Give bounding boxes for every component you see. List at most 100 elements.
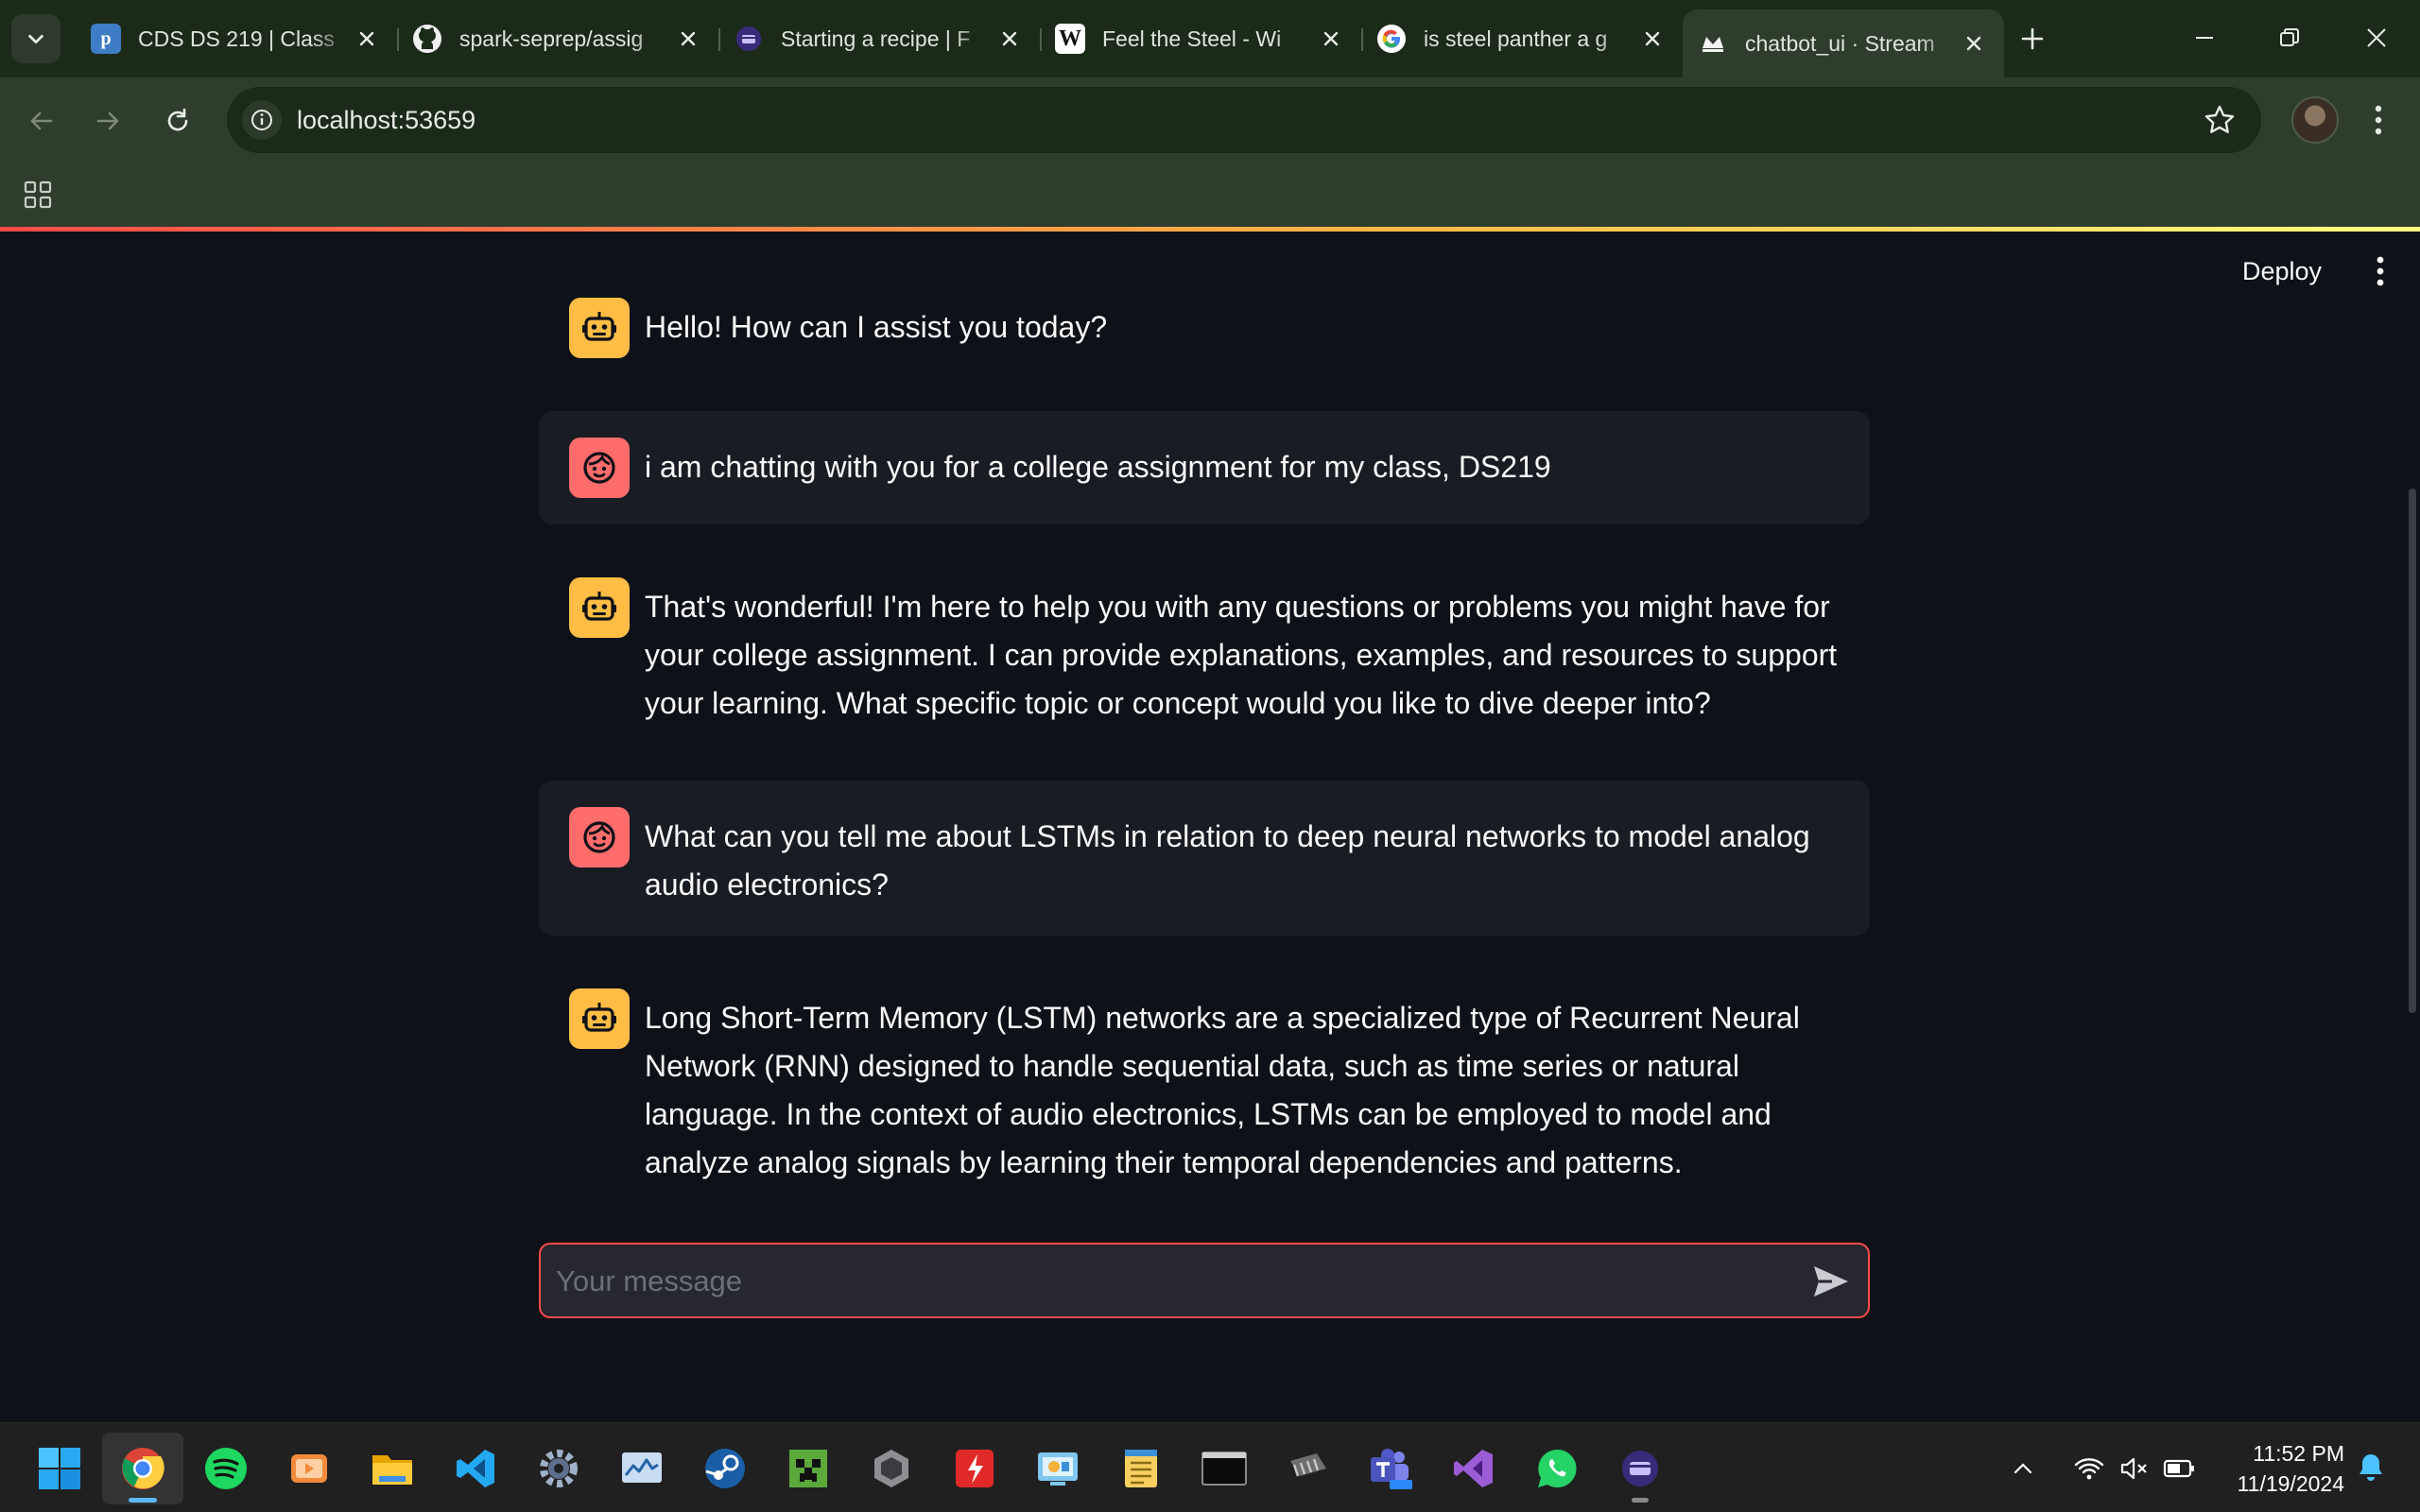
tab-cds-ds219[interactable]: p CDS DS 219 | Class	[76, 9, 397, 68]
send-icon	[1814, 1266, 1848, 1297]
tab-chatbot-ui[interactable]: chatbot_ui · Stream	[1683, 9, 2004, 77]
robot-icon	[582, 1003, 616, 1032]
taskbar-vscode[interactable]	[435, 1433, 516, 1504]
message-text: i am chatting with you for a college ass…	[645, 450, 1551, 484]
minimize-button[interactable]	[2163, 9, 2246, 66]
taskbar-media-player[interactable]	[268, 1433, 350, 1504]
close-icon[interactable]	[996, 26, 1023, 52]
taskbar-chip-tool[interactable]	[1267, 1433, 1348, 1504]
scrollbar-thumb[interactable]	[2409, 489, 2416, 1013]
volume-muted-icon	[2120, 1457, 2147, 1479]
minimize-icon	[2196, 37, 2213, 39]
user-avatar	[569, 807, 630, 868]
arrow-left-icon	[30, 112, 53, 130]
taskbar-spotify[interactable]	[185, 1433, 267, 1504]
show-hidden-icons-button[interactable]	[2002, 1448, 2044, 1489]
reload-button[interactable]	[155, 98, 200, 144]
chat-message-user: i am chatting with you for a college ass…	[539, 411, 1870, 524]
robot-icon	[582, 592, 616, 621]
recipe-icon	[1622, 1451, 1658, 1486]
restore-button[interactable]	[2248, 9, 2331, 66]
taskbar-steam[interactable]	[684, 1433, 766, 1504]
chat-input[interactable]	[556, 1256, 1766, 1307]
taskbar-settings[interactable]	[518, 1433, 599, 1504]
apps-button[interactable]	[19, 176, 57, 214]
tab-title: CDS DS 219 | Class	[138, 26, 335, 51]
chevron-up-icon	[2014, 1462, 2032, 1473]
taskbar-file-explorer[interactable]	[352, 1433, 433, 1504]
acrobat-icon	[956, 1450, 994, 1487]
chrome-menu-button[interactable]	[2360, 96, 2397, 144]
network-status[interactable]	[2065, 1448, 2114, 1489]
star-icon	[2204, 105, 2235, 133]
chat-messages: Hello! How can I assist you today? i am …	[539, 298, 1870, 1207]
close-icon[interactable]	[1961, 30, 1987, 57]
taskbar-recipe-app[interactable]	[1599, 1433, 1681, 1504]
tab-title: chatbot_ui · Stream	[1745, 30, 1935, 56]
battery-icon	[2163, 1459, 2194, 1477]
taskbar-whatsapp[interactable]	[1516, 1433, 1598, 1504]
taskbar-chrome[interactable]	[102, 1433, 183, 1504]
apps-grid-icon	[24, 180, 52, 209]
taskbar-teams[interactable]	[1350, 1433, 1431, 1504]
bell-icon	[2360, 1454, 2382, 1481]
send-button[interactable]	[1809, 1260, 1853, 1303]
taskbar-control-panel[interactable]	[1017, 1433, 1098, 1504]
google-icon	[1376, 24, 1407, 54]
start-button[interactable]	[19, 1433, 100, 1504]
tab-github[interactable]: spark-seprep/assig	[397, 9, 718, 68]
taskbar-resource-monitor[interactable]	[601, 1433, 683, 1504]
forward-button[interactable]	[85, 98, 130, 144]
chip-icon	[1290, 1453, 1326, 1477]
tab-google[interactable]: is steel panther a g	[1361, 9, 1683, 68]
bookmarks-bar	[0, 163, 2420, 227]
message-text: What can you tell me about LSTMs in rela…	[645, 819, 1810, 902]
taskbar-terminal[interactable]	[1184, 1433, 1265, 1504]
message-text: Hello! How can I assist you today?	[645, 310, 1108, 344]
taskbar-notepad[interactable]	[1100, 1433, 1182, 1504]
deploy-button[interactable]: Deploy	[2231, 252, 2333, 290]
gear-icon	[540, 1450, 578, 1487]
tab-strip: p CDS DS 219 | Class spark-seprep/assig …	[0, 0, 2420, 77]
profile-avatar[interactable]	[2291, 96, 2339, 144]
reload-icon	[167, 108, 188, 131]
face-icon	[583, 821, 615, 853]
volume-status[interactable]	[2114, 1448, 2155, 1489]
back-button[interactable]	[19, 98, 64, 144]
piazza-icon: p	[91, 24, 121, 54]
taskbar-minecraft[interactable]	[768, 1433, 849, 1504]
battery-status[interactable]	[2155, 1448, 2203, 1489]
terminal-icon	[1201, 1452, 1247, 1486]
tab-recipe[interactable]: Starting a recipe | F	[718, 9, 1040, 68]
new-tab-button[interactable]	[2004, 9, 2061, 68]
close-window-button[interactable]	[2335, 9, 2418, 66]
vscode-icon	[457, 1450, 494, 1487]
taskbar-acrobat[interactable]	[934, 1433, 1015, 1504]
github-icon	[412, 24, 442, 54]
whatsapp-icon	[1538, 1449, 1577, 1487]
taskbar-clock[interactable]: 11:52 PM 11/19/2024	[2203, 1438, 2344, 1499]
spotify-icon	[205, 1448, 247, 1489]
close-icon[interactable]	[675, 26, 701, 52]
app-main-menu-button[interactable]	[2363, 252, 2397, 290]
clock-date: 11/19/2024	[2237, 1471, 2344, 1496]
close-icon[interactable]	[1639, 26, 1666, 52]
address-bar[interactable]: localhost:53659	[227, 87, 2261, 153]
chat-message-assistant: Hello! How can I assist you today?	[539, 298, 1870, 385]
info-icon	[251, 110, 272, 130]
close-icon[interactable]	[1318, 26, 1344, 52]
tab-title: Feel the Steel - Wi	[1102, 26, 1282, 51]
site-info-button[interactable]	[242, 100, 282, 140]
tab-search-button[interactable]	[11, 14, 60, 63]
tab-wikipedia[interactable]: W Feel the Steel - Wi	[1040, 9, 1361, 68]
taskbar-visual-studio[interactable]	[1433, 1433, 1514, 1504]
bookmark-star-button[interactable]	[2203, 103, 2237, 137]
unity-icon	[874, 1450, 908, 1487]
taskbar-unity[interactable]	[851, 1433, 932, 1504]
url-text[interactable]: localhost:53659	[297, 106, 475, 135]
close-icon[interactable]	[354, 26, 380, 52]
notifications-button[interactable]	[2350, 1446, 2392, 1487]
notepad-icon	[1125, 1450, 1157, 1487]
chrome-icon	[122, 1448, 164, 1489]
windows-taskbar: 11:52 PM 11/19/2024	[0, 1422, 2420, 1512]
